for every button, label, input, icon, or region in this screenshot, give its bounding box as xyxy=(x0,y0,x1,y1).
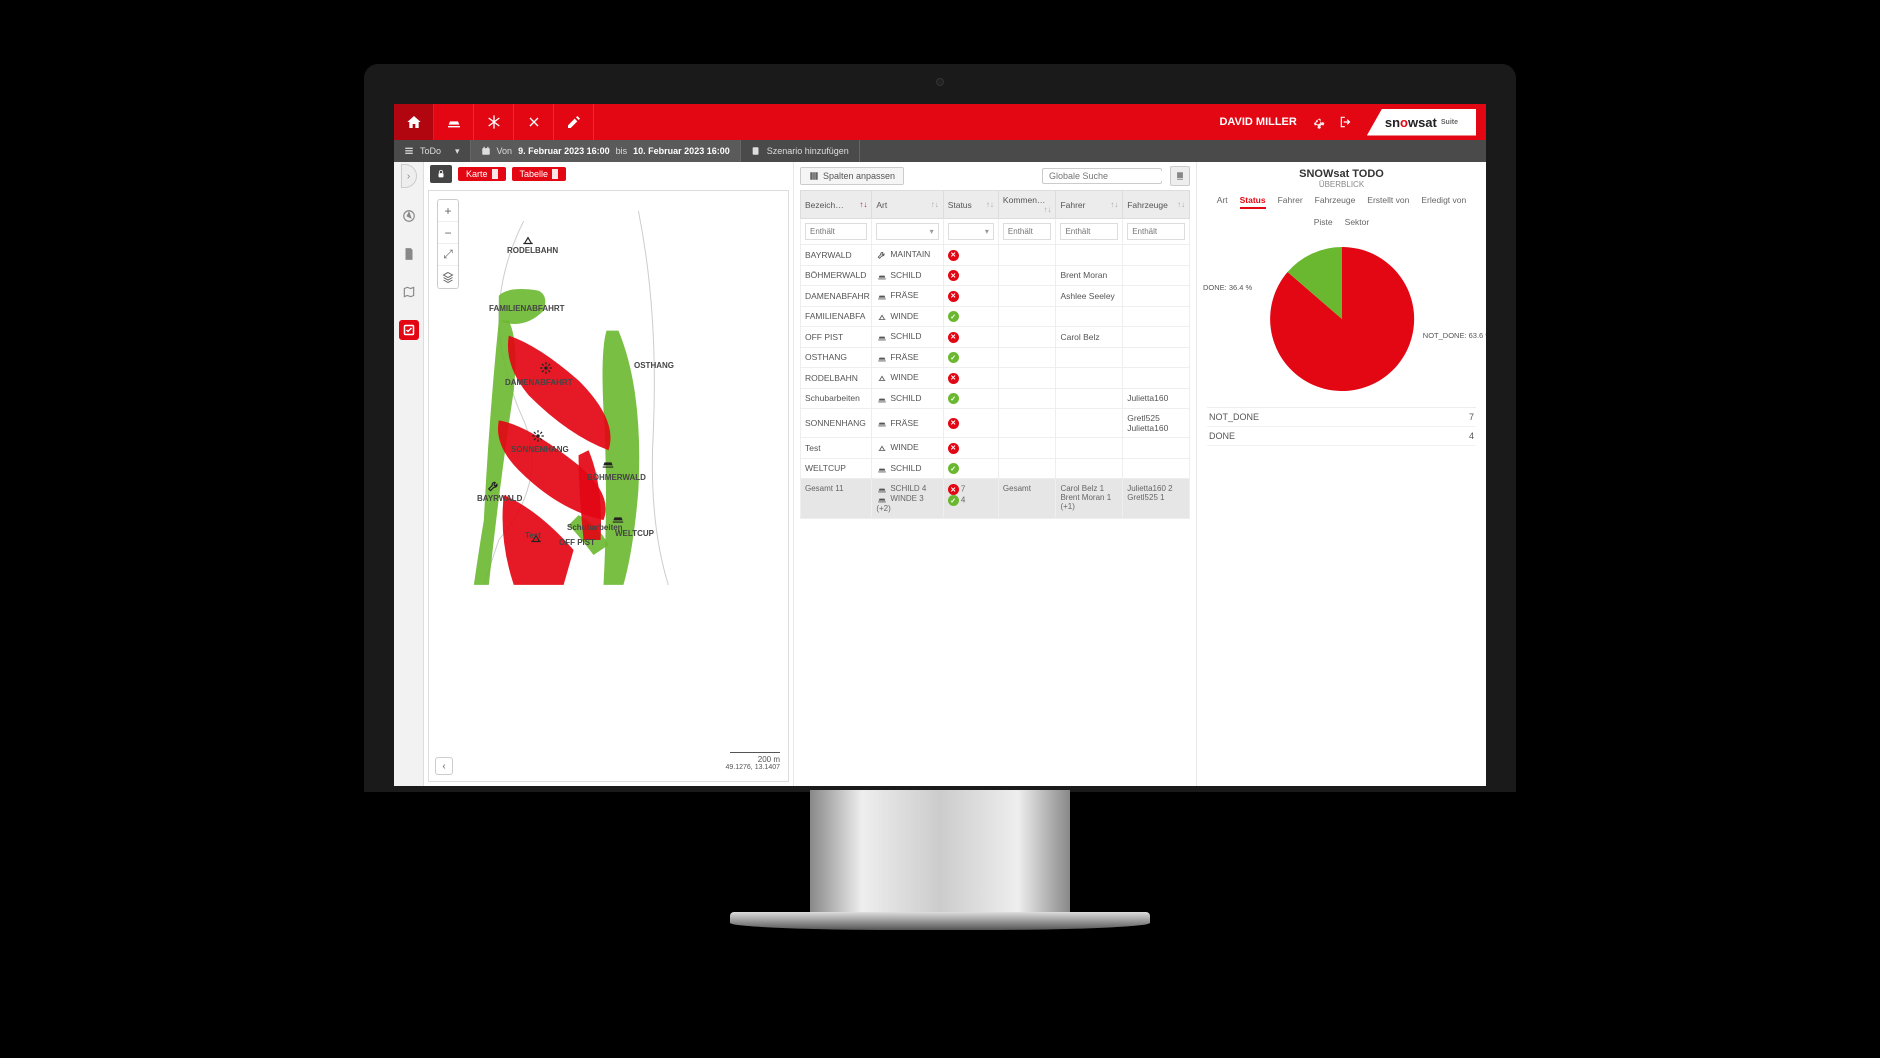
filter-subbar: ToDo ▾ Von 9. Februar 2023 16:00 bis 10.… xyxy=(394,140,1486,162)
table-row[interactable]: FAMILIENABFAWINDE✓ xyxy=(801,306,1190,327)
map-label: OFF PIST xyxy=(559,538,595,547)
lock-icon[interactable] xyxy=(430,165,452,183)
nav-groomer-icon[interactable] xyxy=(434,104,474,140)
map-label: RODELBAHN xyxy=(507,246,558,255)
map-label: DAMENABFAHRT xyxy=(505,378,573,387)
overview-tab[interactable]: Art xyxy=(1217,195,1228,209)
user-name-label: DAVID MILLER xyxy=(1219,116,1296,128)
table-row[interactable]: OFF PISTSCHILD✕Carol Belz xyxy=(801,327,1190,348)
overview-legend: NOT_DONE7DONE4 xyxy=(1207,407,1476,446)
export-button[interactable] xyxy=(1170,166,1190,186)
filter-driver[interactable] xyxy=(1060,223,1118,240)
table-row[interactable]: SONNENHANGFRÄSE✕Gretl525Julietta160 xyxy=(801,409,1190,438)
date-range-picker[interactable]: Von 9. Februar 2023 16:00 bis 10. Februa… xyxy=(471,140,741,162)
table-row[interactable]: OSTHANGFRÄSE✓ xyxy=(801,347,1190,368)
map-zoom-controls: + − ⤢ xyxy=(437,199,459,289)
col-status[interactable]: Status↑↓ xyxy=(943,191,998,219)
col-vehicle[interactable]: Fahrzeuge↑↓ xyxy=(1123,191,1190,219)
nav-home-icon[interactable] xyxy=(394,104,434,140)
zoom-fit-button[interactable]: ⤢ xyxy=(438,244,458,266)
overview-tab[interactable]: Piste xyxy=(1314,217,1333,229)
overview-tab[interactable]: Fahrzeuge xyxy=(1315,195,1356,209)
filter-comment[interactable] xyxy=(1003,223,1052,240)
map-label: BAYRWALD xyxy=(477,494,522,503)
global-search-input[interactable] xyxy=(1049,171,1166,181)
col-name[interactable]: Bezeich…↑↓ xyxy=(801,191,872,219)
map-label: OSTHANG xyxy=(634,361,674,370)
table-row[interactable]: WELTCUPSCHILD✓ xyxy=(801,458,1190,479)
filter-status[interactable]: ▾ xyxy=(948,223,994,240)
overview-tab[interactable]: Sektor xyxy=(1345,217,1370,229)
logout-icon[interactable] xyxy=(1339,115,1353,129)
table-summary-row: Gesamt 11SCHILD 4WINDE 3(+2)✕ 7✓ 4Gesamt… xyxy=(801,479,1190,519)
map-gear-icon xyxy=(539,361,553,375)
add-scenario-button[interactable]: Szenario hinzufügen xyxy=(741,140,860,162)
legend-row: NOT_DONE7 xyxy=(1207,408,1476,427)
map-label: FAMILIENABFAHRT xyxy=(489,304,565,313)
col-comment[interactable]: Kommen…↑↓ xyxy=(998,191,1056,219)
nav-edit-icon[interactable] xyxy=(554,104,594,140)
tab-map[interactable]: Karte xyxy=(458,167,506,181)
overview-subtitle: ÜBERBLICK xyxy=(1207,180,1476,189)
todo-table: Bezeich…↑↓ Art↑↓ Status↑↓ Kommen…↑↓ Fahr… xyxy=(800,190,1190,519)
map-label: BÖHMERWALD xyxy=(587,473,646,482)
table-row[interactable]: TestWINDE✕ xyxy=(801,438,1190,459)
overview-panel: SNOWsat TODO ÜBERBLICK Art Status Fahrer Fa… xyxy=(1196,162,1486,786)
table-row[interactable]: BÖHMERWALDSCHILD✕Brent Moran xyxy=(801,265,1190,286)
brand-logo: snowsat Suite xyxy=(1367,109,1476,136)
tab-table[interactable]: Tabelle xyxy=(512,167,567,181)
todo-dropdown[interactable]: ToDo ▾ xyxy=(394,140,471,162)
adjust-columns-button[interactable]: Spalten anpassen xyxy=(800,167,904,185)
zoom-in-button[interactable]: + xyxy=(438,200,458,222)
nav-snowflake-icon[interactable] xyxy=(474,104,514,140)
table-row[interactable]: DAMENABFAHRFRÄSE✕Ashlee Seeley xyxy=(801,286,1190,307)
pie-not-label: NOT_DONE: 63.6 % xyxy=(1423,331,1486,340)
map-wrench-icon xyxy=(487,479,501,493)
pie-done-label: DONE: 36.4 % xyxy=(1203,283,1252,292)
rail-document-icon[interactable] xyxy=(399,244,419,264)
filter-name[interactable] xyxy=(805,223,867,240)
rail-checklist-icon[interactable] xyxy=(399,320,419,340)
status-pie-chart: DONE: 36.4 % NOT_DONE: 63.6 % xyxy=(1207,239,1476,399)
map-label: Test xyxy=(525,531,541,540)
rail-compass-icon[interactable] xyxy=(399,206,419,226)
nav-tools-icon[interactable] xyxy=(514,104,554,140)
legend-row: DONE4 xyxy=(1207,427,1476,446)
col-art[interactable]: Art↑↓ xyxy=(872,191,943,219)
map-label: SONNENHANG xyxy=(511,445,569,454)
rail-map-icon[interactable] xyxy=(399,282,419,302)
expand-rail-button[interactable]: › xyxy=(401,164,417,188)
zoom-out-button[interactable]: − xyxy=(438,222,458,244)
map-scale: 200 m 49.1276, 13.1407 xyxy=(726,752,781,771)
filter-art[interactable]: ▾ xyxy=(876,223,938,240)
global-search[interactable] xyxy=(1042,168,1162,184)
overview-tab[interactable]: Status xyxy=(1240,195,1266,209)
map-back-button[interactable]: ‹ xyxy=(435,757,453,775)
left-rail: › xyxy=(394,162,424,786)
overview-tab[interactable]: Erstellt von xyxy=(1367,195,1409,209)
layers-button[interactable] xyxy=(438,266,458,288)
ski-map[interactable]: RODELBAHN FAMILIENABFAHRT DAMENABFAHRT SONN… xyxy=(428,190,789,782)
map-winch-icon xyxy=(521,233,535,247)
table-row[interactable]: BAYRWALDMAINTAIN✕ xyxy=(801,245,1190,266)
table-row[interactable]: RODELBAHNWINDE✕ xyxy=(801,368,1190,389)
map-gear-icon xyxy=(531,429,545,443)
settings-icon[interactable] xyxy=(1311,115,1325,129)
filter-vehicle[interactable] xyxy=(1127,223,1185,240)
overview-tab[interactable]: Erledigt von xyxy=(1421,195,1466,209)
map-label: WELTCUP xyxy=(615,529,654,538)
table-row[interactable]: SchubarbeitenSCHILD✓Julietta160 xyxy=(801,388,1190,409)
overview-tab[interactable]: Fahrer xyxy=(1278,195,1303,209)
map-groomer-icon xyxy=(601,456,615,470)
overview-tabs: Art Status Fahrer Fahrzeuge Erstellt von Erle… xyxy=(1207,195,1476,229)
app-topbar: DAVID MILLER snowsat Suite xyxy=(394,104,1486,140)
overview-title: SNOWsat TODO xyxy=(1207,168,1476,180)
col-driver[interactable]: Fahrer↑↓ xyxy=(1056,191,1123,219)
